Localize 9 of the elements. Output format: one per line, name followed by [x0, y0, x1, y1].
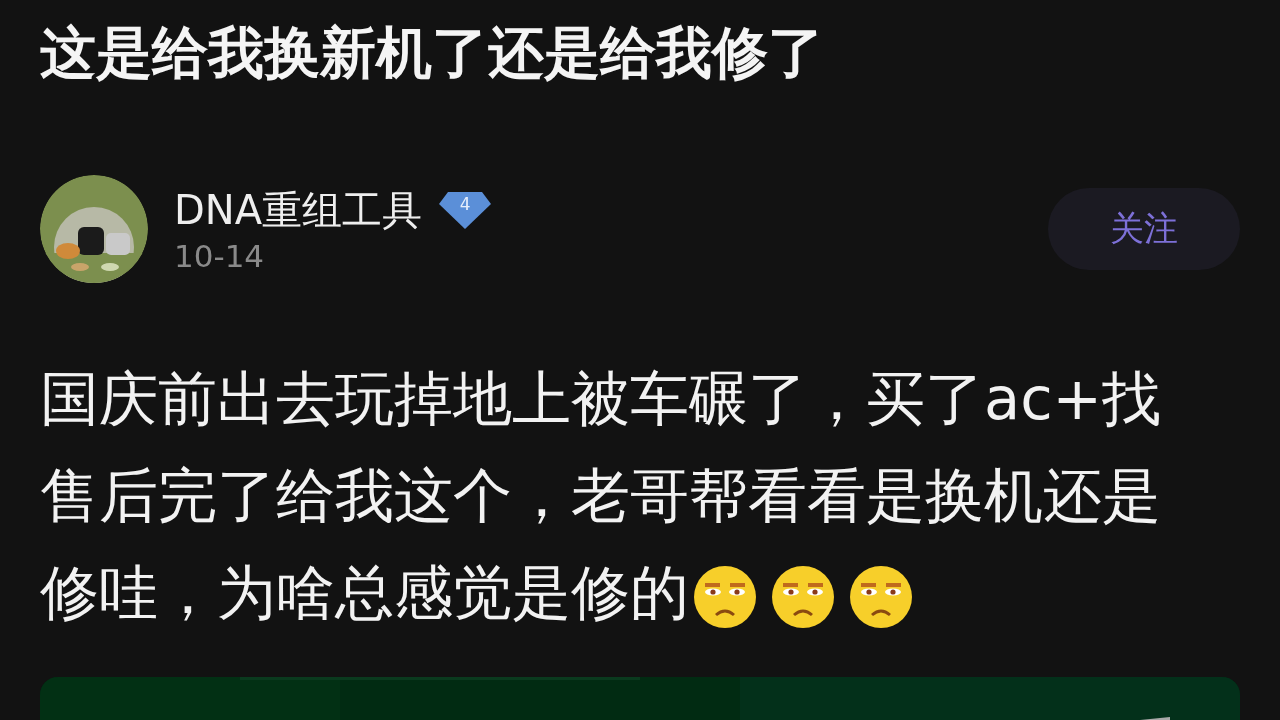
frown-emoji-icon: [771, 564, 835, 629]
follow-button[interactable]: 关注: [1048, 188, 1240, 270]
post-date: 10-14: [174, 238, 266, 274]
level-badge: 4: [438, 190, 493, 230]
post-text: 国庆前出去玩掉地上被车碾了，买了ac+找售后完了给我这个，老哥帮看看是换机还是修哇，为啥总感觉是修的: [40, 363, 1163, 631]
author-name[interactable]: DNA重组工具: [174, 184, 423, 236]
post-title: 这是给我换新机了还是给我修了: [40, 19, 825, 87]
frown-emoji-icon: [849, 564, 913, 629]
frown-emoji-icon: [693, 564, 757, 629]
